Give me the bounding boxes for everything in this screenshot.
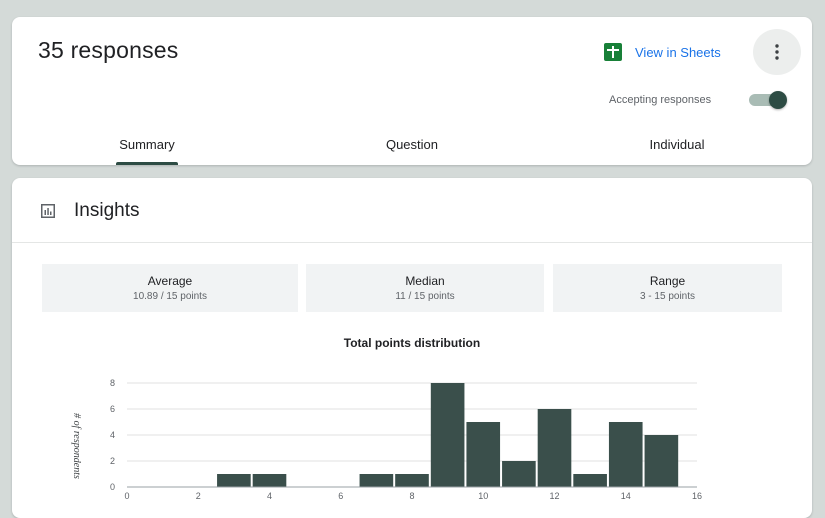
summary-header-card: 35 responses View in Sheets Accepting re… xyxy=(12,17,812,165)
chart-x-tick-label: 10 xyxy=(478,491,488,501)
insights-card: Insights Average 10.89 / 15 points Media… xyxy=(12,178,812,518)
chart-bar xyxy=(217,474,251,487)
chart-bar xyxy=(395,474,429,487)
active-tab-indicator xyxy=(116,162,178,165)
points-distribution-chart: 0 2 4 6 8 0 2 4 6 8 10 12 14 16 # of respondents xyxy=(71,378,702,501)
tab-summary[interactable]: Summary xyxy=(112,137,182,152)
chart-y-tick-label: 4 xyxy=(110,430,115,440)
chart-bar xyxy=(644,435,679,487)
chart-y-tick-label: 2 xyxy=(110,456,115,466)
chart-bar xyxy=(466,422,501,487)
view-in-sheets-link[interactable]: View in Sheets xyxy=(604,43,721,61)
chart-bar xyxy=(537,409,572,487)
chart-bar xyxy=(252,474,287,487)
chart-x-tick-label: 8 xyxy=(409,491,414,501)
chart-x-tick-label: 14 xyxy=(621,491,631,501)
more-vert-icon xyxy=(775,44,779,60)
chart-bar xyxy=(502,461,536,487)
chart-x-tick-label: 16 xyxy=(692,491,702,501)
responses-count-title: 35 responses xyxy=(38,37,179,63)
toggle-knob xyxy=(769,91,787,109)
chart-bar xyxy=(608,422,643,487)
more-options-button[interactable] xyxy=(753,29,801,75)
chart-x-tick-label: 12 xyxy=(549,491,559,501)
chart-x-tick-label: 4 xyxy=(267,491,272,501)
accepting-responses-toggle[interactable] xyxy=(749,91,787,109)
tab-question[interactable]: Question xyxy=(372,137,452,152)
chart-y-axis-label: # of respondents xyxy=(71,413,82,479)
chart-x-tick-label: 2 xyxy=(196,491,201,501)
chart-y-tick-label: 8 xyxy=(110,378,115,388)
chart-x-tick-label: 6 xyxy=(338,491,343,501)
view-in-sheets-label: View in Sheets xyxy=(635,44,721,60)
accepting-responses-label: Accepting responses xyxy=(609,94,712,106)
chart-bar xyxy=(573,474,607,487)
tab-individual[interactable]: Individual xyxy=(637,137,717,152)
chart-bar xyxy=(359,474,394,487)
chart-bar xyxy=(430,383,465,487)
chart-x-tick-label: 0 xyxy=(124,491,129,501)
chart-y-tick-label: 0 xyxy=(110,482,115,492)
chart-y-tick-label: 6 xyxy=(110,404,115,414)
sheets-icon xyxy=(604,43,622,61)
